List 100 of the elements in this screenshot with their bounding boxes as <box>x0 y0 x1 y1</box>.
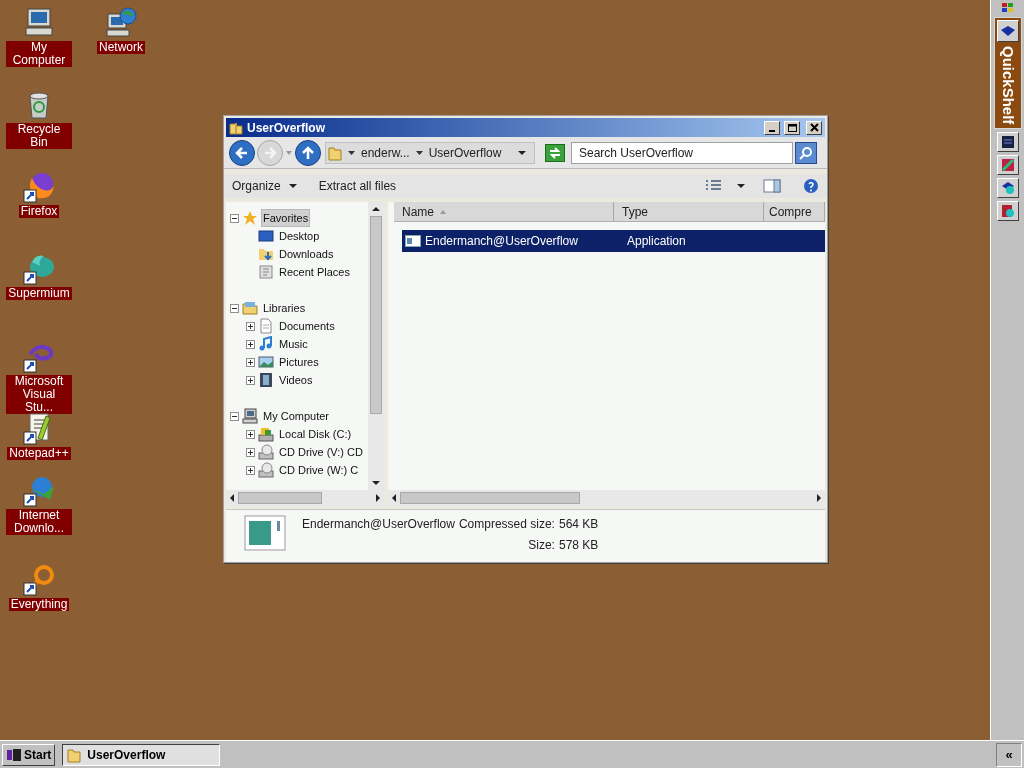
globe-download-shortcut-icon <box>22 474 56 508</box>
search-icon <box>799 145 813 160</box>
desktop-icon[interactable]: My Computer <box>4 6 74 67</box>
colored-squares-icon <box>1000 2 1015 14</box>
scroll-thumb[interactable] <box>238 492 322 504</box>
tree-item[interactable]: Music <box>277 334 310 354</box>
detail-label: Compressed size: <box>458 516 555 533</box>
toolbar-button[interactable]: Extract all files <box>318 177 397 195</box>
column-header[interactable]: Type <box>614 202 764 221</box>
scroll-thumb[interactable] <box>370 216 382 414</box>
search-button[interactable] <box>795 141 817 164</box>
film-icon <box>258 372 274 388</box>
maximize-button[interactable] <box>784 120 800 135</box>
desktop-icon-label: My Computer <box>6 41 72 67</box>
horizontal-scrollbar[interactable] <box>226 490 384 506</box>
tree-item[interactable]: CD Drive (W:) C <box>277 460 361 480</box>
file-name: Endermanch@UserOverflow <box>425 233 578 250</box>
expand-icon[interactable] <box>246 465 255 475</box>
library-folder-icon <box>242 300 258 316</box>
desktop-icon[interactable]: Microsoft Visual Stu... <box>4 340 74 414</box>
drive-icon <box>258 426 274 442</box>
desktop-icon[interactable]: Network <box>86 6 156 54</box>
shelf-button[interactable] <box>996 178 1019 199</box>
detail-value: 578 KB <box>558 537 599 554</box>
back-button[interactable] <box>229 139 255 166</box>
tree-item[interactable]: CD Drive (V:) CD <box>277 442 365 462</box>
document-icon <box>258 318 274 334</box>
tree-item[interactable]: Local Disk (C:) <box>277 424 354 444</box>
caret-icon <box>348 149 355 156</box>
file-row[interactable]: Endermanch@UserOverflow Application <box>402 230 825 252</box>
caret-icon <box>285 148 293 157</box>
desktop-icon-label: Network <box>97 41 145 54</box>
desktop-icon-label: Notepad++ <box>7 447 71 460</box>
tree-item[interactable]: Desktop <box>277 226 322 246</box>
expand-icon[interactable] <box>246 339 255 349</box>
horizontal-scrollbar[interactable] <box>388 490 825 506</box>
desktop-icon[interactable]: Recycle Bin <box>4 88 74 149</box>
minimize-button[interactable] <box>764 120 780 135</box>
network-computer-icon <box>104 6 138 40</box>
refresh-button[interactable] <box>545 143 565 162</box>
tree-item[interactable]: Downloads <box>277 244 336 264</box>
shelf-button[interactable] <box>996 155 1019 176</box>
book-icon <box>999 157 1016 174</box>
application-icon <box>405 234 421 248</box>
minimize-icon <box>769 129 775 132</box>
list-view-icon <box>705 179 723 193</box>
desktop-icon[interactable]: Internet Downlo... <box>4 474 74 535</box>
desktop-icon <box>258 228 274 244</box>
tree-item[interactable]: Recent Places <box>277 262 352 282</box>
preview-pane-button[interactable] <box>763 178 781 194</box>
desktop-icon-label: Microsoft Visual Stu... <box>6 375 72 414</box>
detail-value: 564 KB <box>558 516 599 533</box>
pane-icon <box>763 178 781 194</box>
view-options-button[interactable] <box>705 179 745 193</box>
column-header[interactable]: Compre <box>764 202 825 221</box>
desktop-icon[interactable]: Firefox <box>4 170 74 218</box>
shelf-button[interactable] <box>996 20 1019 42</box>
desktop-icon[interactable]: Notepad++ <box>4 412 74 460</box>
forward-icon <box>262 144 278 161</box>
toolbar-button[interactable]: Organize <box>232 177 297 195</box>
monitor-icon <box>999 134 1016 151</box>
search-field[interactable]: Search UserOverflow <box>571 141 793 164</box>
help-button[interactable] <box>803 178 819 194</box>
caret-icon <box>737 183 745 189</box>
shelf-button[interactable] <box>996 201 1019 222</box>
collapse-icon[interactable] <box>230 303 239 313</box>
expand-icon[interactable] <box>246 321 255 331</box>
expand-tray-button[interactable]: « <box>996 742 1022 767</box>
caret-icon <box>415 149 423 156</box>
column-header[interactable]: Name <box>394 202 614 221</box>
cd-drive-icon <box>258 444 274 460</box>
tree-item[interactable]: Libraries <box>261 298 308 318</box>
book-search-icon <box>999 203 1016 220</box>
collapse-icon[interactable] <box>230 213 239 223</box>
close-button[interactable] <box>806 120 822 135</box>
shelf-button[interactable] <box>996 132 1019 153</box>
tree-item[interactable]: My Computer <box>261 406 332 426</box>
desktop-icon[interactable]: Everything <box>4 563 74 611</box>
expand-icon[interactable] <box>246 429 255 439</box>
address-bar[interactable]: enderw... UserOverflow <box>325 141 535 164</box>
tree-item[interactable]: Videos <box>277 370 315 390</box>
tree-item[interactable]: Documents <box>277 316 337 336</box>
taskbar-button[interactable]: UserOverflow <box>62 743 221 766</box>
breadcrumb-segment[interactable]: enderw... <box>361 143 410 162</box>
expand-icon[interactable] <box>246 447 255 457</box>
desktop-icon-label: Everything <box>8 598 70 611</box>
scroll-thumb[interactable] <box>400 492 580 504</box>
tree-item[interactable]: Pictures <box>277 352 321 372</box>
recent-places-icon <box>258 264 274 280</box>
star-icon <box>242 210 258 226</box>
start-button[interactable]: Start <box>2 743 56 766</box>
vertical-scrollbar[interactable] <box>368 202 384 490</box>
expand-icon[interactable] <box>246 357 255 367</box>
download-folder-icon <box>258 246 274 262</box>
up-button[interactable] <box>295 139 321 166</box>
collapse-icon[interactable] <box>230 411 239 421</box>
breadcrumb-segment[interactable]: UserOverflow <box>428 143 502 162</box>
expand-icon[interactable] <box>246 375 255 385</box>
tree-item[interactable]: Favorites <box>261 208 311 228</box>
desktop-icon[interactable]: Supermium <box>4 252 74 300</box>
